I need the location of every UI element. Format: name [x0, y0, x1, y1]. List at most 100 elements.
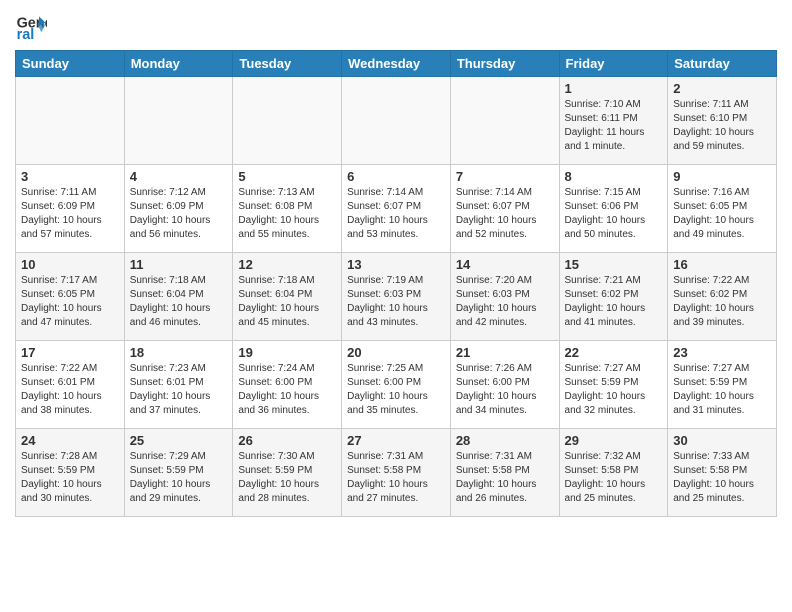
day-info: Sunrise: 7:27 AM Sunset: 5:59 PM Dayligh… — [565, 362, 663, 418]
day-info: Sunrise: 7:29 AM Sunset: 5:59 PM Dayligh… — [130, 450, 228, 506]
day-number: 7 — [456, 169, 554, 184]
calendar-cell: 17 Sunrise: 7:22 AM Sunset: 6:01 PM Dayli… — [16, 341, 125, 429]
calendar-cell: 4 Sunrise: 7:12 AM Sunset: 6:09 PM Daylig… — [124, 165, 233, 253]
day-info: Sunrise: 7:14 AM Sunset: 6:07 PM Dayligh… — [347, 186, 445, 242]
weekday-header-monday: Monday — [124, 51, 233, 77]
day-number: 2 — [673, 81, 771, 96]
logo-icon: Gene ral — [15, 10, 47, 42]
day-number: 10 — [21, 257, 119, 272]
day-info: Sunrise: 7:26 AM Sunset: 6:00 PM Dayligh… — [456, 362, 554, 418]
logo: Gene ral — [15, 10, 51, 42]
page-container: Gene ral SundayMondayTuesdayWednesdayThu… — [0, 0, 792, 527]
calendar-cell: 3 Sunrise: 7:11 AM Sunset: 6:09 PM Daylig… — [16, 165, 125, 253]
calendar-cell: 5 Sunrise: 7:13 AM Sunset: 6:08 PM Daylig… — [233, 165, 342, 253]
day-info: Sunrise: 7:31 AM Sunset: 5:58 PM Dayligh… — [347, 450, 445, 506]
day-number: 25 — [130, 433, 228, 448]
day-info: Sunrise: 7:23 AM Sunset: 6:01 PM Dayligh… — [130, 362, 228, 418]
weekday-header-thursday: Thursday — [450, 51, 559, 77]
calendar-cell: 23 Sunrise: 7:27 AM Sunset: 5:59 PM Dayli… — [668, 341, 777, 429]
calendar-cell — [342, 77, 451, 165]
calendar-cell: 16 Sunrise: 7:22 AM Sunset: 6:02 PM Dayli… — [668, 253, 777, 341]
calendar-cell — [16, 77, 125, 165]
day-number: 18 — [130, 345, 228, 360]
day-number: 13 — [347, 257, 445, 272]
day-number: 16 — [673, 257, 771, 272]
calendar-cell: 1Sunrise: 7:10 AM Sunset: 6:11 PM Daylig… — [559, 77, 668, 165]
calendar-cell: 12 Sunrise: 7:18 AM Sunset: 6:04 PM Dayli… — [233, 253, 342, 341]
calendar-cell: 8 Sunrise: 7:15 AM Sunset: 6:06 PM Daylig… — [559, 165, 668, 253]
calendar-cell: 29 Sunrise: 7:32 AM Sunset: 5:58 PM Dayli… — [559, 429, 668, 517]
calendar-week-3: 10 Sunrise: 7:17 AM Sunset: 6:05 PM Dayli… — [16, 253, 777, 341]
calendar-cell: 19 Sunrise: 7:24 AM Sunset: 6:00 PM Dayli… — [233, 341, 342, 429]
day-number: 8 — [565, 169, 663, 184]
day-info: Sunrise: 7:11 AM Sunset: 6:10 PM Dayligh… — [673, 98, 771, 154]
calendar-cell: 6Sunrise: 7:14 AM Sunset: 6:07 PM Daylig… — [342, 165, 451, 253]
calendar-week-4: 17 Sunrise: 7:22 AM Sunset: 6:01 PM Dayli… — [16, 341, 777, 429]
day-info: Sunrise: 7:33 AM Sunset: 5:58 PM Dayligh… — [673, 450, 771, 506]
calendar-cell: 18 Sunrise: 7:23 AM Sunset: 6:01 PM Dayli… — [124, 341, 233, 429]
calendar: SundayMondayTuesdayWednesdayThursdayFrid… — [15, 50, 777, 517]
calendar-cell — [233, 77, 342, 165]
calendar-cell: 27 Sunrise: 7:31 AM Sunset: 5:58 PM Dayli… — [342, 429, 451, 517]
day-number: 22 — [565, 345, 663, 360]
day-number: 9 — [673, 169, 771, 184]
day-number: 1 — [565, 81, 663, 96]
weekday-header-tuesday: Tuesday — [233, 51, 342, 77]
calendar-cell — [450, 77, 559, 165]
day-info: Sunrise: 7:14 AM Sunset: 6:07 PM Dayligh… — [456, 186, 554, 242]
calendar-cell: 26 Sunrise: 7:30 AM Sunset: 5:59 PM Dayli… — [233, 429, 342, 517]
day-number: 17 — [21, 345, 119, 360]
calendar-week-2: 3 Sunrise: 7:11 AM Sunset: 6:09 PM Daylig… — [16, 165, 777, 253]
calendar-cell: 2 Sunrise: 7:11 AM Sunset: 6:10 PM Daylig… — [668, 77, 777, 165]
weekday-row: SundayMondayTuesdayWednesdayThursdayFrid… — [16, 51, 777, 77]
day-number: 29 — [565, 433, 663, 448]
calendar-cell: 25 Sunrise: 7:29 AM Sunset: 5:59 PM Dayli… — [124, 429, 233, 517]
weekday-header-wednesday: Wednesday — [342, 51, 451, 77]
day-info: Sunrise: 7:30 AM Sunset: 5:59 PM Dayligh… — [238, 450, 336, 506]
day-number: 15 — [565, 257, 663, 272]
day-number: 27 — [347, 433, 445, 448]
calendar-cell: 15 Sunrise: 7:21 AM Sunset: 6:02 PM Dayli… — [559, 253, 668, 341]
calendar-cell: 10 Sunrise: 7:17 AM Sunset: 6:05 PM Dayli… — [16, 253, 125, 341]
day-info: Sunrise: 7:16 AM Sunset: 6:05 PM Dayligh… — [673, 186, 771, 242]
header: Gene ral — [15, 10, 777, 42]
day-number: 28 — [456, 433, 554, 448]
day-info: Sunrise: 7:19 AM Sunset: 6:03 PM Dayligh… — [347, 274, 445, 330]
day-info: Sunrise: 7:27 AM Sunset: 5:59 PM Dayligh… — [673, 362, 771, 418]
calendar-cell: 20 Sunrise: 7:25 AM Sunset: 6:00 PM Dayli… — [342, 341, 451, 429]
calendar-cell: 11 Sunrise: 7:18 AM Sunset: 6:04 PM Dayli… — [124, 253, 233, 341]
day-number: 14 — [456, 257, 554, 272]
calendar-cell: 14Sunrise: 7:20 AM Sunset: 6:03 PM Dayli… — [450, 253, 559, 341]
day-info: Sunrise: 7:15 AM Sunset: 6:06 PM Dayligh… — [565, 186, 663, 242]
day-info: Sunrise: 7:13 AM Sunset: 6:08 PM Dayligh… — [238, 186, 336, 242]
day-number: 11 — [130, 257, 228, 272]
day-number: 3 — [21, 169, 119, 184]
calendar-cell: 21Sunrise: 7:26 AM Sunset: 6:00 PM Dayli… — [450, 341, 559, 429]
day-info: Sunrise: 7:22 AM Sunset: 6:02 PM Dayligh… — [673, 274, 771, 330]
calendar-cell: 13 Sunrise: 7:19 AM Sunset: 6:03 PM Dayli… — [342, 253, 451, 341]
day-number: 20 — [347, 345, 445, 360]
day-info: Sunrise: 7:22 AM Sunset: 6:01 PM Dayligh… — [21, 362, 119, 418]
day-number: 30 — [673, 433, 771, 448]
day-number: 23 — [673, 345, 771, 360]
day-info: Sunrise: 7:18 AM Sunset: 6:04 PM Dayligh… — [238, 274, 336, 330]
day-info: Sunrise: 7:11 AM Sunset: 6:09 PM Dayligh… — [21, 186, 119, 242]
day-info: Sunrise: 7:17 AM Sunset: 6:05 PM Dayligh… — [21, 274, 119, 330]
day-info: Sunrise: 7:24 AM Sunset: 6:00 PM Dayligh… — [238, 362, 336, 418]
calendar-week-5: 24Sunrise: 7:28 AM Sunset: 5:59 PM Dayli… — [16, 429, 777, 517]
day-number: 12 — [238, 257, 336, 272]
day-info: Sunrise: 7:25 AM Sunset: 6:00 PM Dayligh… — [347, 362, 445, 418]
day-info: Sunrise: 7:32 AM Sunset: 5:58 PM Dayligh… — [565, 450, 663, 506]
day-number: 5 — [238, 169, 336, 184]
day-number: 4 — [130, 169, 228, 184]
calendar-week-1: 1Sunrise: 7:10 AM Sunset: 6:11 PM Daylig… — [16, 77, 777, 165]
weekday-header-sunday: Sunday — [16, 51, 125, 77]
day-info: Sunrise: 7:12 AM Sunset: 6:09 PM Dayligh… — [130, 186, 228, 242]
day-number: 26 — [238, 433, 336, 448]
calendar-body: 1Sunrise: 7:10 AM Sunset: 6:11 PM Daylig… — [16, 77, 777, 517]
day-info: Sunrise: 7:21 AM Sunset: 6:02 PM Dayligh… — [565, 274, 663, 330]
day-number: 19 — [238, 345, 336, 360]
day-number: 24 — [21, 433, 119, 448]
day-info: Sunrise: 7:18 AM Sunset: 6:04 PM Dayligh… — [130, 274, 228, 330]
calendar-cell: 28Sunrise: 7:31 AM Sunset: 5:58 PM Dayli… — [450, 429, 559, 517]
